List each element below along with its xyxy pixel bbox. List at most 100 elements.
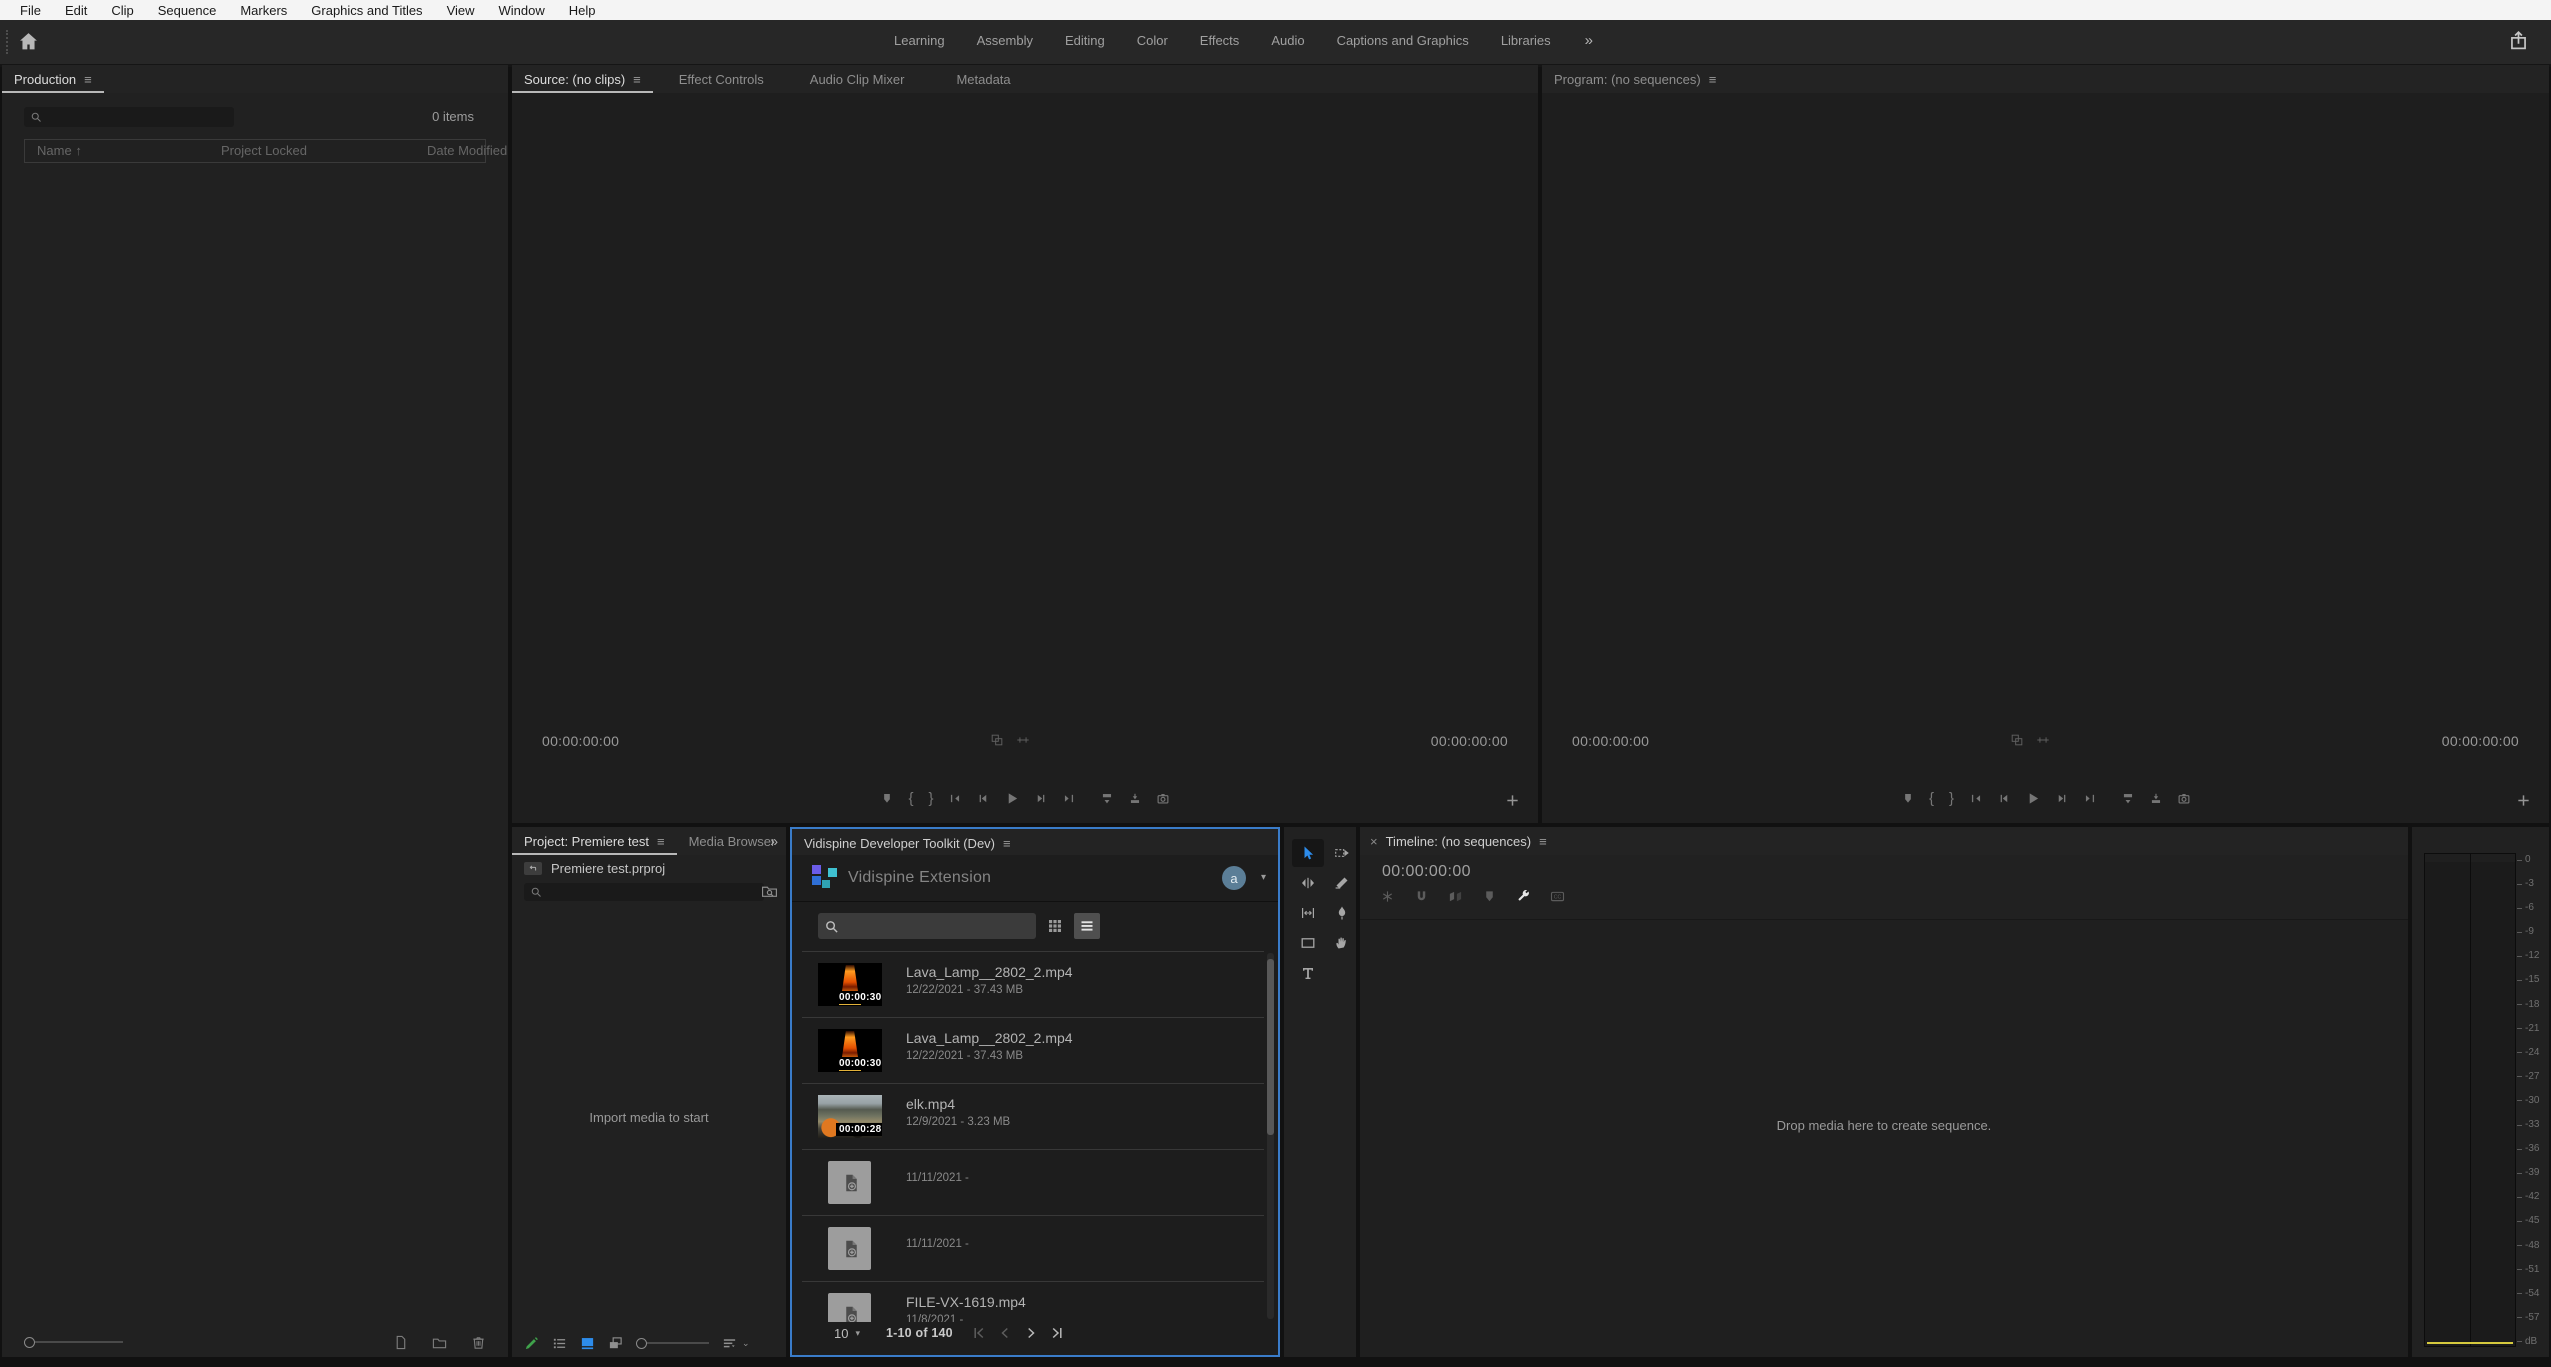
linked-selection-icon[interactable] [1448,889,1463,904]
thumbnail-zoom-slider[interactable] [24,1337,123,1348]
step-back-icon[interactable] [1997,792,2010,805]
workspace-tab-editing[interactable]: Editing [1049,33,1121,48]
mark-in-icon[interactable]: { [1929,791,1934,806]
slip-tool[interactable] [1292,899,1324,927]
list-item[interactable]: 00:00:30Lava_Lamp__2802_2.mp412/22/2021 … [802,952,1264,1018]
fit-dropdown-icon[interactable] [2010,733,2024,747]
play-icon[interactable] [1005,791,1020,806]
step-back-icon[interactable] [977,792,990,805]
mark-out-icon[interactable]: } [929,791,934,806]
project-search[interactable] [524,883,764,901]
export-frame-icon[interactable] [1157,792,1170,805]
panel-drag-handle-icon[interactable] [6,30,11,54]
asset-search[interactable] [818,913,1036,939]
insert-icon[interactable] [1101,792,1114,805]
track-select-forward-tool[interactable] [1326,839,1358,867]
menu-item-markers[interactable]: Markers [228,3,299,18]
tab-effect-controls[interactable]: Effect Controls [667,65,776,93]
audio-meter[interactable] [2424,862,2516,1347]
asset-search-input[interactable] [844,918,1030,934]
go-to-in-icon[interactable] [1969,792,1982,805]
panel-menu-icon[interactable]: ≡ [633,73,641,86]
export-frame-icon[interactable] [2177,792,2190,805]
overwrite-icon[interactable] [2149,792,2162,805]
add-marker-icon[interactable] [880,792,893,805]
close-panel-icon[interactable]: × [1360,834,1382,849]
list-item[interactable]: 00:00:28elk.mp412/9/2021 - 3.23 MB [802,1084,1264,1150]
mark-out-icon[interactable]: } [1949,791,1954,806]
project-breadcrumb[interactable]: Premiere test.prproj [524,861,665,876]
panel-menu-icon[interactable]: ≡ [1003,837,1011,850]
tab-audio-clip-mixer[interactable]: Audio Clip Mixer [798,65,917,93]
timeline-timecode[interactable]: 00:00:00:00 [1382,863,1471,881]
folder-up-icon[interactable] [524,862,542,875]
fit-dropdown-icon[interactable] [990,733,1004,747]
zoom-slider[interactable] [636,1338,709,1349]
list-item[interactable]: 11/11/2021 - [802,1150,1264,1216]
last-page-icon[interactable] [1049,1325,1065,1341]
go-to-out-icon[interactable] [2083,792,2096,805]
sort-icon[interactable] [722,1336,737,1351]
tab-project[interactable]: Project: Premiere test ≡ [512,827,677,855]
new-item-icon[interactable] [393,1335,408,1350]
razor-tool[interactable] [1326,869,1358,897]
project-search-input[interactable] [547,884,758,900]
add-marker-icon[interactable] [1482,889,1497,904]
writable-indicator-icon[interactable] [524,1336,539,1351]
snap-icon[interactable] [1380,889,1395,904]
workspace-tab-assembly[interactable]: Assembly [961,33,1049,48]
workspace-tab-libraries[interactable]: Libraries [1485,33,1567,48]
avatar[interactable]: a [1222,866,1246,890]
workspace-tab-effects[interactable]: Effects [1184,33,1256,48]
share-icon[interactable] [2508,30,2529,51]
grid-view-icon[interactable] [1042,913,1068,939]
magnet-icon[interactable] [1414,889,1429,904]
panel-menu-icon[interactable]: ≡ [1539,835,1547,848]
first-page-icon[interactable] [971,1325,987,1341]
icon-view-icon[interactable] [580,1336,595,1351]
find-in-bin-icon[interactable] [761,883,778,900]
overwrite-icon[interactable] [1129,792,1142,805]
column-project-locked[interactable]: Project Locked [221,143,307,158]
list-view-icon[interactable] [552,1336,567,1351]
menu-item-view[interactable]: View [435,3,487,18]
column-name[interactable]: Name ↑ [37,143,82,158]
prev-page-icon[interactable] [997,1325,1013,1341]
home-icon[interactable] [18,31,39,52]
menu-item-clip[interactable]: Clip [99,3,145,18]
playback-settings-icon[interactable] [1016,733,1030,747]
tab-metadata[interactable]: Metadata [944,65,1022,93]
panel-menu-icon[interactable]: ≡ [84,73,92,86]
list-item[interactable]: 11/11/2021 - [802,1216,1264,1282]
tab-source[interactable]: Source: (no clips) ≡ [512,65,653,93]
hand-tool[interactable] [1326,929,1358,957]
tab-production[interactable]: Production ≡ [2,65,104,93]
captions-icon[interactable]: CC [1550,889,1565,904]
list-view-icon[interactable] [1074,913,1100,939]
production-search[interactable] [24,107,234,127]
list-item[interactable]: 00:00:30Lava_Lamp__2802_2.mp412/22/2021 … [802,1018,1264,1084]
workspace-tab-captions-and-graphics[interactable]: Captions and Graphics [1321,33,1485,48]
panel-menu-icon[interactable]: ≡ [657,835,665,848]
button-editor-icon[interactable] [1505,793,1520,808]
delete-icon[interactable] [471,1335,486,1350]
menu-item-edit[interactable]: Edit [53,3,99,18]
menu-item-help[interactable]: Help [557,3,608,18]
tab-vidispine-toolkit[interactable]: Vidispine Developer Toolkit (Dev) ≡ [792,829,1023,857]
column-date-modified[interactable]: Date Modified [427,143,507,158]
menu-item-sequence[interactable]: Sequence [146,3,229,18]
workspace-tab-learning[interactable]: Learning [878,33,961,48]
workspace-overflow-icon[interactable]: » [1567,32,1611,49]
production-search-input[interactable] [47,109,228,125]
ripple-edit-tool[interactable] [1292,869,1324,897]
step-forward-icon[interactable] [1035,792,1048,805]
scrollbar-thumb[interactable] [1267,959,1274,1135]
pen-tool[interactable] [1326,899,1358,927]
rectangle-tool[interactable] [1292,929,1324,957]
next-page-icon[interactable] [1023,1325,1039,1341]
scrollbar[interactable] [1267,953,1274,1319]
freeform-view-icon[interactable] [608,1336,623,1351]
timeline-track-area[interactable]: Drop media here to create sequence. [1360,919,2408,1357]
list-item[interactable]: FILE-VX-1619.mp411/8/2021 - [802,1282,1264,1322]
workspace-tab-color[interactable]: Color [1121,33,1184,48]
